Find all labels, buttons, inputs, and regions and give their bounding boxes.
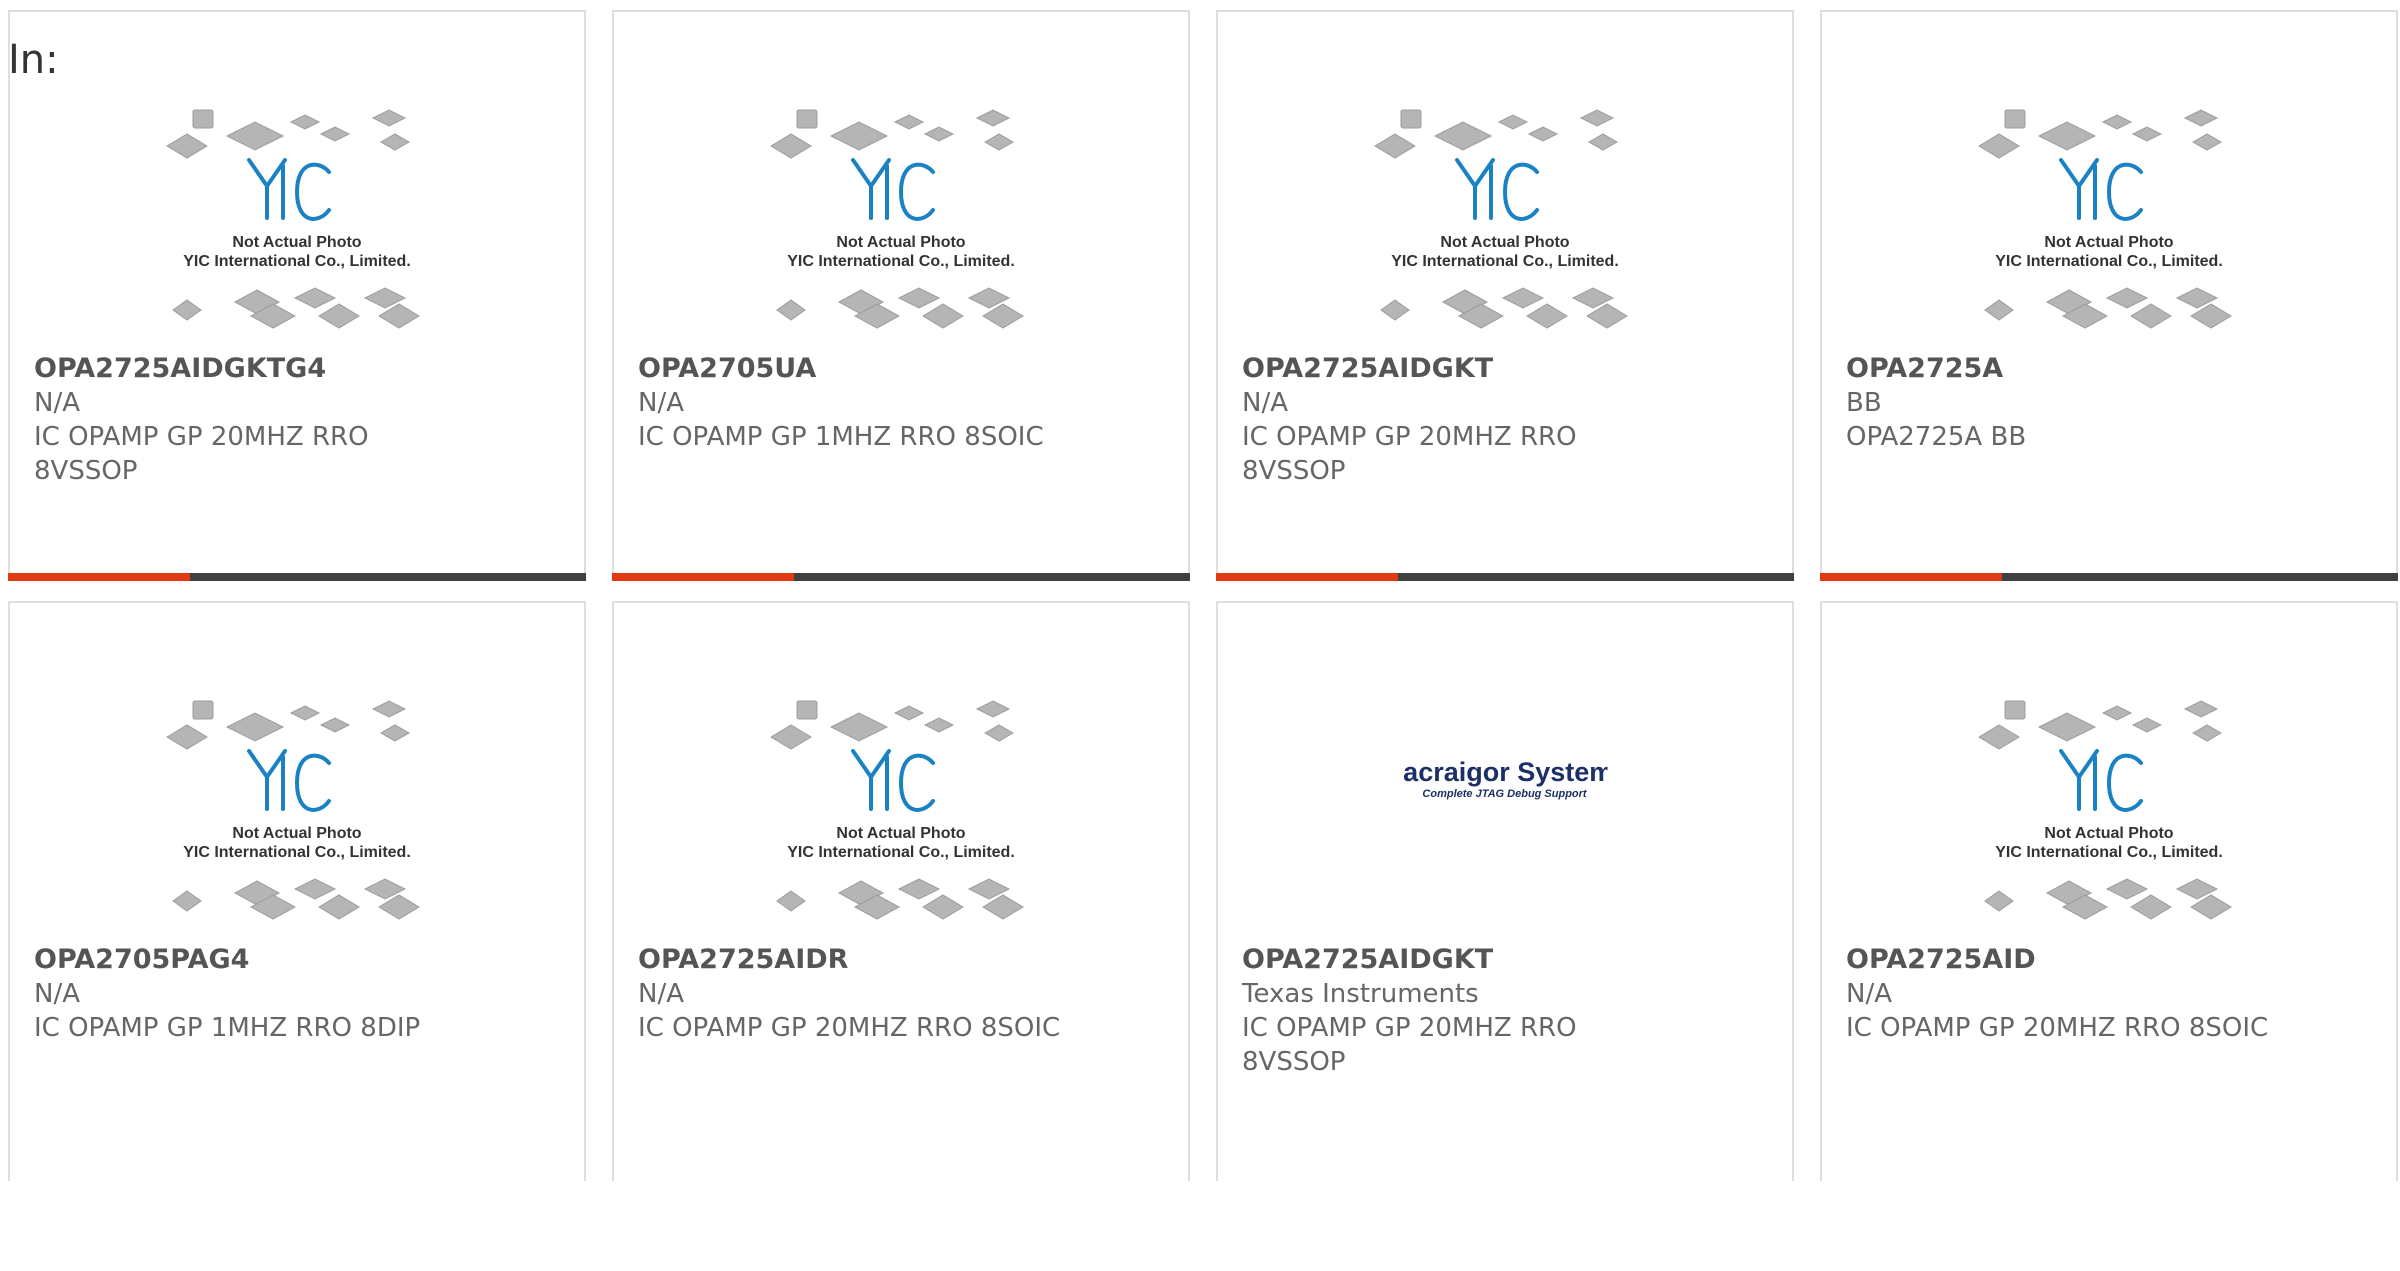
- manufacturer: N/A: [1242, 388, 1288, 418]
- product-card-link[interactable]: Not Actual Photo YIC International Co., …: [1822, 693, 2396, 1271]
- manufacturer: N/A: [638, 979, 684, 1009]
- manufacturer: BB: [1846, 388, 1882, 418]
- product-card[interactable]: Not Actual Photo YIC International Co., …: [8, 10, 586, 581]
- accent-segment: [1216, 573, 1398, 581]
- description: IC OPAMP GP 20MHZ RRO 8VSSOP: [1242, 1013, 1577, 1077]
- description: OPA2725A BB: [1846, 422, 2027, 452]
- placeholder-caption-line1: Not Actual Photo: [836, 234, 965, 251]
- product-card[interactable]: Not Actual Photo YIC International Co., …: [1216, 10, 1794, 581]
- product-image[interactable]: Not Actual Photo YIC International Co., …: [614, 102, 1188, 342]
- product-text: OPA2725AID N/A IC OPAMP GP 20MHZ RRO 8SO…: [1846, 943, 2372, 1045]
- macraigor-logo-tagline: Complete JTAG Debug Support: [1422, 788, 1588, 800]
- card-accent-bar: [612, 573, 1190, 581]
- description: IC OPAMP GP 20MHZ RRO 8SOIC: [1846, 1013, 2269, 1043]
- part-number[interactable]: OPA2705PAG4: [34, 943, 560, 977]
- product-card-link[interactable]: Not Actual Photo YIC International Co., …: [612, 102, 1190, 670]
- product-image[interactable]: Not Actual Photo YIC International Co., …: [1822, 693, 2396, 933]
- card-accent-bar: [1820, 573, 2398, 581]
- placeholder-caption-line1: Not Actual Photo: [836, 825, 965, 842]
- placeholder-caption-line1: Not Actual Photo: [232, 825, 361, 842]
- manufacturer: N/A: [1846, 979, 1892, 1009]
- placeholder-caption-line1: Not Actual Photo: [1440, 234, 1569, 251]
- product-card-link[interactable]: Not Actual Photo YIC International Co., …: [8, 102, 586, 670]
- accent-segment: [8, 573, 190, 581]
- filter-label: In:: [8, 37, 59, 83]
- product-text: OPA2725A BB OPA2725A BB: [1846, 352, 2372, 454]
- description: IC OPAMP GP 1MHZ RRO 8DIP: [34, 1013, 421, 1043]
- product-card[interactable]: Not Actual Photo YIC International Co., …: [612, 10, 1190, 581]
- product-card-link[interactable]: Not Actual Photo YIC International Co., …: [1216, 102, 1794, 670]
- part-number[interactable]: OPA2725AIDR: [638, 943, 1164, 977]
- macraigor-logo-image: Macraigor Systems Complete JTAG Debug Su…: [1403, 757, 1608, 800]
- card-accent-bar: [1216, 573, 1794, 581]
- product-grid: Not Actual Photo YIC International Co., …: [8, 10, 2400, 1181]
- product-card-link[interactable]: Macraigor Systems Complete JTAG Debug Su…: [1218, 693, 1792, 1271]
- placeholder-caption-line2: YIC International Co., Limited.: [183, 253, 411, 270]
- manufacturer: N/A: [638, 388, 684, 418]
- part-number[interactable]: OPA2725A: [1846, 352, 2372, 386]
- placeholder-caption-line2: YIC International Co., Limited.: [1995, 844, 2223, 861]
- placeholder-caption-line2: YIC International Co., Limited.: [1391, 253, 1619, 270]
- product-text: OPA2725AIDGKT Texas Instruments IC OPAMP…: [1242, 943, 1768, 1079]
- description: IC OPAMP GP 1MHZ RRO 8SOIC: [638, 422, 1044, 452]
- accent-segment: [612, 573, 794, 581]
- placeholder-caption-line2: YIC International Co., Limited.: [183, 844, 411, 861]
- yic-placeholder-image: Not Actual Photo YIC International Co., …: [1374, 109, 1628, 329]
- yic-placeholder-image: Not Actual Photo YIC International Co., …: [166, 109, 420, 329]
- product-text: OPA2725AIDGKTG4 N/A IC OPAMP GP 20MHZ RR…: [34, 352, 560, 488]
- product-card-link[interactable]: Not Actual Photo YIC International Co., …: [614, 693, 1188, 1271]
- product-card[interactable]: Macraigor Systems Complete JTAG Debug Su…: [1216, 601, 1794, 1181]
- product-card[interactable]: Not Actual Photo YIC International Co., …: [8, 601, 586, 1181]
- manufacturer: N/A: [34, 388, 80, 418]
- product-image[interactable]: Macraigor Systems Complete JTAG Debug Su…: [1218, 693, 1792, 933]
- macraigor-logo-name: Macraigor Systems: [1403, 757, 1608, 787]
- yic-placeholder-image: Not Actual Photo YIC International Co., …: [770, 700, 1024, 920]
- manufacturer: N/A: [34, 979, 80, 1009]
- product-image[interactable]: Not Actual Photo YIC International Co., …: [614, 693, 1188, 933]
- part-number[interactable]: OPA2725AIDGKT: [1242, 352, 1768, 386]
- product-text: OPA2725AIDGKT N/A IC OPAMP GP 20MHZ RRO …: [1242, 352, 1768, 488]
- product-image[interactable]: Not Actual Photo YIC International Co., …: [10, 693, 584, 933]
- description: IC OPAMP GP 20MHZ RRO 8VSSOP: [34, 422, 369, 486]
- part-number[interactable]: OPA2725AIDGKT: [1242, 943, 1768, 977]
- yic-placeholder-image: Not Actual Photo YIC International Co., …: [1978, 109, 2232, 329]
- part-number[interactable]: OPA2725AID: [1846, 943, 2372, 977]
- product-card-link[interactable]: Not Actual Photo YIC International Co., …: [10, 693, 584, 1271]
- product-text: OPA2725AIDR N/A IC OPAMP GP 20MHZ RRO 8S…: [638, 943, 1164, 1045]
- card-accent-bar: [8, 573, 586, 581]
- product-image[interactable]: Not Actual Photo YIC International Co., …: [1822, 102, 2396, 342]
- product-card-link[interactable]: Not Actual Photo YIC International Co., …: [1820, 102, 2398, 670]
- placeholder-caption-line1: Not Actual Photo: [2044, 825, 2173, 842]
- yic-placeholder-image: Not Actual Photo YIC International Co., …: [1978, 700, 2232, 920]
- product-image[interactable]: Not Actual Photo YIC International Co., …: [1218, 102, 1792, 342]
- accent-segment: [1820, 573, 2002, 581]
- placeholder-caption-line1: Not Actual Photo: [232, 234, 361, 251]
- product-card[interactable]: Not Actual Photo YIC International Co., …: [612, 601, 1190, 1181]
- placeholder-caption-line2: YIC International Co., Limited.: [1995, 253, 2223, 270]
- product-text: OPA2705UA N/A IC OPAMP GP 1MHZ RRO 8SOIC: [638, 352, 1164, 454]
- manufacturer: Texas Instruments: [1242, 979, 1479, 1009]
- product-text: OPA2705PAG4 N/A IC OPAMP GP 1MHZ RRO 8DI…: [34, 943, 560, 1045]
- placeholder-caption-line1: Not Actual Photo: [2044, 234, 2173, 251]
- part-number[interactable]: OPA2725AIDGKTG4: [34, 352, 560, 386]
- product-image[interactable]: Not Actual Photo YIC International Co., …: [10, 102, 584, 342]
- part-number[interactable]: OPA2705UA: [638, 352, 1164, 386]
- placeholder-caption-line2: YIC International Co., Limited.: [787, 844, 1015, 861]
- placeholder-caption-line2: YIC International Co., Limited.: [787, 253, 1015, 270]
- product-card[interactable]: Not Actual Photo YIC International Co., …: [1820, 601, 2398, 1181]
- yic-placeholder-image: Not Actual Photo YIC International Co., …: [166, 700, 420, 920]
- description: IC OPAMP GP 20MHZ RRO 8VSSOP: [1242, 422, 1577, 486]
- product-card[interactable]: Not Actual Photo YIC International Co., …: [1820, 10, 2398, 581]
- yic-placeholder-image: Not Actual Photo YIC International Co., …: [770, 109, 1024, 329]
- description: IC OPAMP GP 20MHZ RRO 8SOIC: [638, 1013, 1061, 1043]
